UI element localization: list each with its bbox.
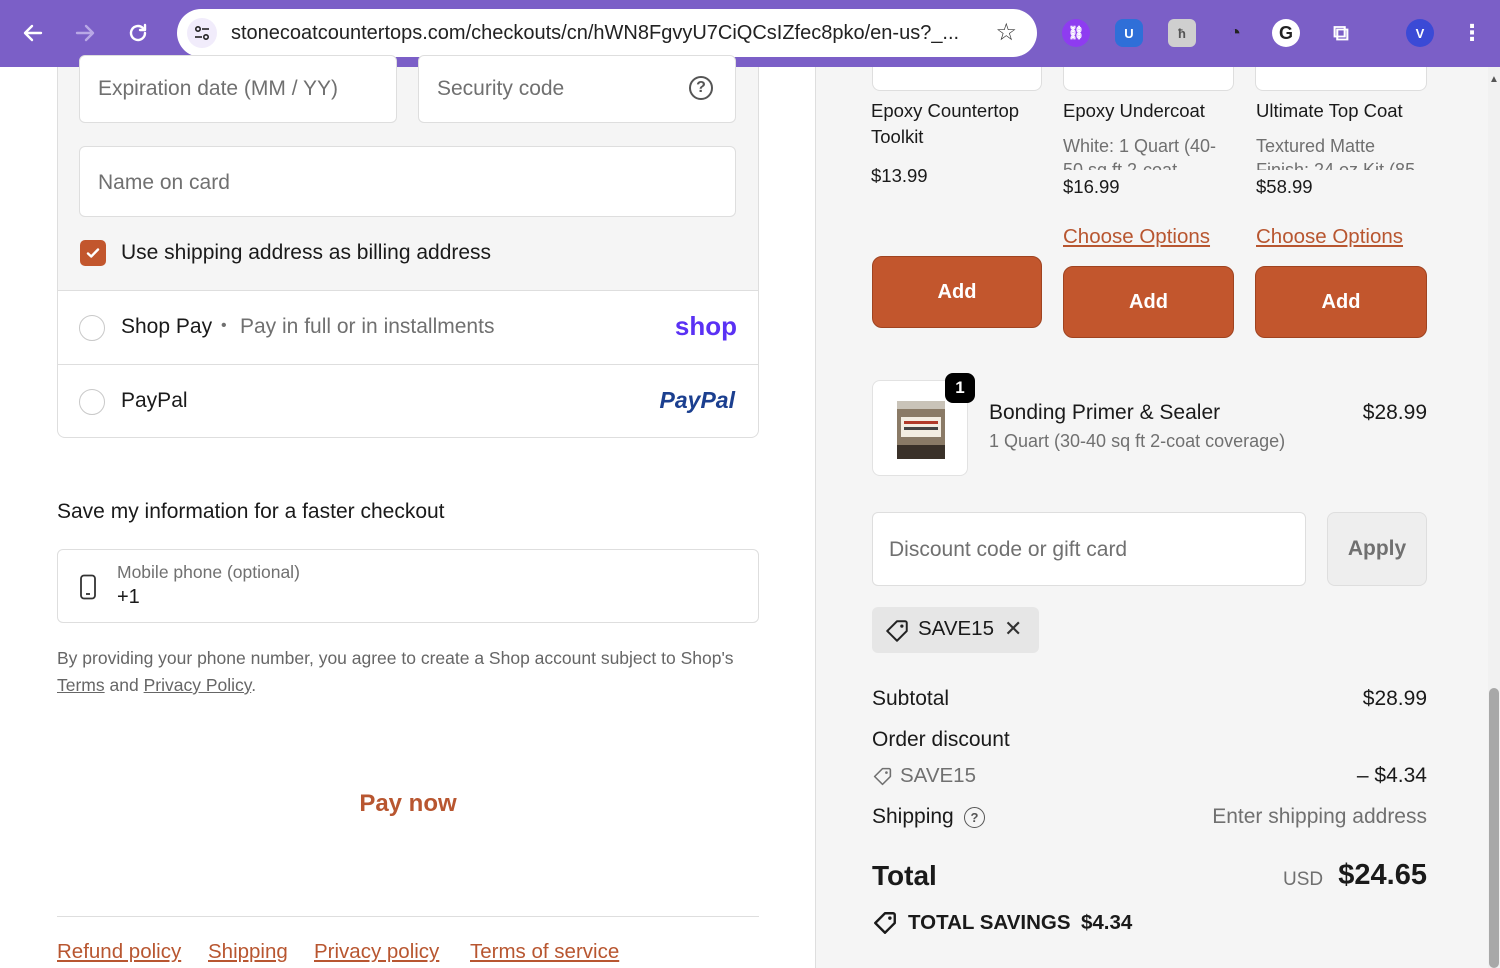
- shop-pay-description: Pay in full or in installments: [240, 315, 495, 338]
- help-circle-icon[interactable]: ?: [689, 76, 713, 100]
- upsell-price-toolkit: $13.99: [871, 165, 928, 186]
- bookmark-star-icon[interactable]: ☆: [995, 18, 1017, 47]
- profile-avatar[interactable]: V: [1406, 19, 1434, 47]
- apply-discount-button[interactable]: Apply: [1327, 512, 1427, 586]
- url-text[interactable]: stonecoatcountertops.com/checkouts/cn/hW…: [231, 22, 976, 45]
- tag-icon: [886, 620, 908, 642]
- paypal-logo: PayPal: [659, 387, 735, 413]
- expiration-date-field[interactable]: Expiration date (MM / YY): [79, 55, 397, 123]
- billing-checkbox-label[interactable]: Use shipping address as billing address: [121, 241, 491, 265]
- discount-placeholder: Discount code or gift card: [889, 538, 1128, 561]
- shop-pay-radio[interactable]: [79, 315, 105, 341]
- extension-shield-icon[interactable]: U: [1115, 19, 1143, 47]
- mobile-phone-field[interactable]: Mobile phone (optional) +1: [57, 549, 759, 623]
- privacy-policy-link[interactable]: Privacy Policy: [144, 675, 252, 695]
- upsell-image-topcoat[interactable]: [1255, 67, 1427, 91]
- upsell-price-topcoat: $58.99: [1256, 176, 1313, 198]
- pay-now-button[interactable]: Pay now: [57, 790, 759, 818]
- applied-code-text: SAVE15: [918, 617, 994, 640]
- terms-of-service-link[interactable]: Terms of service: [470, 940, 619, 964]
- legal-text: By providing your phone number, you agre…: [57, 648, 734, 668]
- choose-options-topcoat-link[interactable]: Choose Options: [1256, 225, 1403, 249]
- divider: [58, 290, 758, 291]
- expiration-placeholder: Expiration date (MM / YY): [98, 77, 339, 100]
- upsell-name-toolkit: Epoxy Countertop Toolkit: [871, 100, 1020, 147]
- shipping-label: Shipping: [872, 805, 954, 828]
- scrollbar-thumb[interactable]: [1489, 688, 1499, 968]
- total-label: Total: [872, 860, 937, 891]
- grammarly-icon[interactable]: G: [1272, 19, 1300, 47]
- cart-item-price: $28.99: [1362, 401, 1427, 424]
- shop-account-legal-text: By providing your phone number, you agre…: [57, 645, 747, 699]
- choose-options-undercoat-link[interactable]: Choose Options: [1063, 225, 1210, 249]
- extension-timer-icon[interactable]: ◔: [1221, 19, 1249, 47]
- extension-h-icon[interactable]: ħ: [1168, 19, 1196, 47]
- add-undercoat-button[interactable]: Add: [1063, 266, 1234, 338]
- privacy-policy-footer-link[interactable]: Privacy policy: [314, 940, 439, 964]
- upsell-price-undercoat: $16.99: [1063, 176, 1120, 198]
- cart-item-name: Bonding Primer & Sealer: [989, 401, 1221, 424]
- upsell-name-undercoat: Epoxy Undercoat: [1063, 100, 1205, 121]
- save-info-title: Save my information for a faster checkou…: [57, 500, 445, 523]
- upsell-variant-topcoat: Textured Matte Finish: 24 oz Kit (85: [1256, 136, 1416, 170]
- back-icon[interactable]: [14, 14, 52, 52]
- bullet-separator: •: [221, 317, 227, 334]
- subtotal-label: Subtotal: [872, 687, 950, 710]
- legal-text-and: and: [109, 675, 139, 695]
- extensions-puzzle-icon[interactable]: ⧉: [1327, 19, 1355, 47]
- discount-code-field[interactable]: Discount code or gift card: [872, 512, 1306, 586]
- paypal-radio[interactable]: [79, 389, 105, 415]
- total-savings-value: $4.34: [1081, 911, 1133, 934]
- quantity-badge: 1: [945, 373, 975, 403]
- total-value: $24.65: [1338, 859, 1427, 891]
- order-discount-code: SAVE15: [900, 764, 976, 787]
- upsell-variant-undercoat: White: 1 Quart (40-50 sq ft 2-coat: [1063, 136, 1217, 170]
- remove-discount-icon[interactable]: ✕: [1004, 616, 1022, 642]
- cart-item-variant: 1 Quart (30-40 sq ft 2-coat coverage): [989, 431, 1286, 451]
- upsell-name-topcoat: Ultimate Top Coat: [1256, 100, 1403, 121]
- mobile-phone-label: Mobile phone (optional): [117, 562, 300, 582]
- upsell-image-toolkit[interactable]: [872, 67, 1042, 91]
- security-code-field[interactable]: Security code ?: [418, 55, 736, 123]
- shop-pay-label[interactable]: Shop Pay: [121, 315, 212, 339]
- shop-pay-logo: shop: [674, 311, 737, 341]
- scroll-up-arrow-icon[interactable]: ▲: [1489, 74, 1499, 85]
- add-topcoat-button[interactable]: Add: [1255, 266, 1427, 338]
- billing-address-checkbox[interactable]: [80, 240, 106, 266]
- shipping-link[interactable]: Shipping: [208, 940, 288, 964]
- security-placeholder: Security code: [437, 77, 565, 100]
- mobile-phone-value[interactable]: +1: [117, 586, 140, 609]
- address-bar[interactable]: stonecoatcountertops.com/checkouts/cn/hW…: [177, 9, 1037, 57]
- applied-discount-chip: SAVE15 ✕: [872, 607, 1039, 653]
- add-toolkit-button[interactable]: Add: [872, 256, 1042, 328]
- forward-icon[interactable]: [66, 14, 104, 52]
- browser-menu-icon[interactable]: ⋮: [1458, 19, 1486, 47]
- shipping-value: Enter shipping address: [1212, 805, 1427, 828]
- legal-text-suffix: .: [251, 675, 257, 695]
- divider: [58, 364, 758, 365]
- terms-link[interactable]: Terms: [57, 675, 105, 695]
- subtotal-value: $28.99: [1362, 687, 1427, 710]
- refund-policy-link[interactable]: Refund policy: [57, 940, 181, 964]
- reload-icon[interactable]: [119, 14, 157, 52]
- name-on-card-field[interactable]: Name on card: [79, 146, 736, 217]
- name-placeholder: Name on card: [98, 171, 230, 194]
- checkmark-icon: [86, 248, 100, 258]
- total-savings-label: TOTAL SAVINGS: [908, 911, 1071, 934]
- paypal-label[interactable]: PayPal: [121, 389, 188, 413]
- extension-link-icon[interactable]: ⛓: [1062, 19, 1090, 47]
- savings-tag-icon: [874, 912, 896, 934]
- total-currency: USD: [1283, 869, 1324, 890]
- order-discount-value: – $4.34: [1356, 764, 1427, 787]
- tag-icon: [873, 767, 892, 786]
- mobile-phone-icon: [80, 574, 96, 600]
- shipping-help-icon[interactable]: ?: [964, 807, 985, 828]
- order-discount-label: Order discount: [872, 728, 1010, 751]
- site-info-icon[interactable]: [187, 18, 217, 48]
- upsell-image-undercoat[interactable]: [1063, 67, 1234, 91]
- footer-divider: [57, 916, 759, 917]
